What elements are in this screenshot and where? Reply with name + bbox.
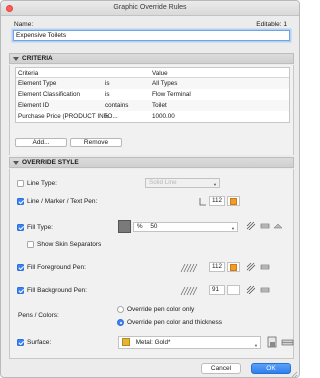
override-pen-color-only-label: Override pen color only	[127, 306, 195, 313]
table-row[interactable]: Element Classification is Flow Terminal	[16, 89, 289, 100]
override-pen-color-thickness-radio[interactable]	[117, 319, 124, 326]
criteria-table: Criteria Value Element Type is All Types…	[15, 67, 290, 123]
fill-orientation-icon[interactable]	[246, 285, 256, 295]
criteria-panel: Criteria Value Element Type is All Types…	[9, 65, 294, 155]
operator-cell: ≥	[105, 113, 109, 120]
pen-color-swatch	[230, 263, 237, 271]
criteria-cell: Element ID	[18, 102, 50, 109]
pen-color-swatch	[230, 197, 237, 205]
graphic-override-rules-dialog: Graphic Override Rules Name: Editable: 1…	[0, 0, 300, 378]
remove-criteria-button[interactable]: Remove	[70, 138, 122, 147]
fill-link-icon[interactable]	[260, 285, 270, 295]
collapse-triangle-icon	[13, 161, 19, 165]
fill-background-pen-label: Fill Background Pen:	[27, 287, 87, 294]
operator-cell: is	[105, 91, 110, 98]
fill-background-pen-checkbox[interactable]	[17, 287, 24, 294]
fill-foreground-pen-checkbox[interactable]	[17, 264, 24, 271]
line-pen-checkbox[interactable]	[17, 198, 24, 205]
criteria-section-header[interactable]: CRITERIA	[9, 53, 294, 64]
surface-checkbox[interactable]	[17, 339, 24, 346]
add-criteria-button[interactable]: Add...	[15, 138, 67, 147]
criteria-cell: Purchase Price (PRODUCT INFO...	[18, 113, 118, 120]
skin-separators-checkbox[interactable]	[27, 241, 34, 248]
pens-colors-label: Pens / Colors:	[18, 312, 59, 319]
dialog-footer: Cancel OK	[1, 359, 299, 378]
name-label: Name:	[14, 21, 34, 28]
line-pen-color-button[interactable]	[227, 196, 240, 206]
skin-separators-label: Show Skin Separators	[37, 241, 102, 248]
fill-type-checkbox[interactable]	[17, 224, 24, 231]
line-type-checkbox[interactable]	[17, 180, 24, 187]
line-pen-number[interactable]: 112	[209, 196, 225, 206]
fill-link-icon[interactable]	[260, 262, 270, 272]
line-pen-label: Line / Marker / Text Pen:	[27, 198, 98, 205]
value-cell: Toilet	[152, 102, 167, 109]
fill-background-pen-color-button[interactable]	[227, 285, 240, 295]
override-header-label: OVERRIDE STYLE	[22, 159, 79, 166]
fill-foreground-pen-color-button[interactable]	[227, 262, 240, 272]
criteria-header-label: CRITERIA	[22, 55, 53, 62]
fill-type-label: Fill Type:	[27, 224, 53, 231]
fill-type-dropdown[interactable]: % 50 ▼	[133, 222, 238, 232]
chevron-down-icon: ▼	[213, 182, 217, 187]
fill-foreground-pen-number[interactable]: 112	[209, 262, 225, 272]
surface-dropdown[interactable]: Metal: Gold* ▼	[118, 336, 261, 349]
resize-grip-icon[interactable]	[290, 370, 298, 378]
ok-button[interactable]: OK	[251, 363, 291, 374]
operator-cell: contains	[105, 102, 129, 109]
fill-orientation-icon[interactable]	[246, 262, 256, 272]
override-style-section-header[interactable]: OVERRIDE STYLE	[9, 157, 294, 168]
editable-count: Editable: 1	[256, 21, 287, 28]
criteria-table-header: Criteria Value	[16, 68, 289, 78]
fill-type-value: 50	[150, 223, 158, 230]
pen-weight-icon	[199, 198, 206, 206]
criteria-rows: Element Type is All Types Element Classi…	[16, 78, 289, 122]
column-header-criteria: Criteria	[18, 70, 39, 77]
override-style-panel: Line Type: Solid Line ▼ Line / Marker / …	[9, 169, 294, 359]
table-row[interactable]: Element Type is All Types	[16, 78, 289, 89]
percent-symbol: %	[137, 223, 143, 230]
surface-label: Surface:	[27, 339, 52, 346]
surface-link-icon[interactable]	[281, 336, 294, 349]
table-row[interactable]: Element ID contains Toilet	[16, 100, 289, 111]
fill-surface-icon[interactable]	[273, 221, 283, 231]
line-type-label: Line Type:	[27, 180, 57, 187]
override-pen-color-only-radio[interactable]	[117, 306, 124, 313]
value-cell: 1000.00	[152, 113, 175, 120]
fill-pattern-swatch[interactable]	[118, 220, 131, 233]
surface-value: Metal: Gold*	[135, 339, 171, 346]
chevron-down-icon: ▼	[231, 226, 235, 231]
operator-cell: is	[105, 80, 110, 87]
title-bar: Graphic Override Rules	[1, 1, 299, 16]
fill-foreground-pen-label: Fill Foreground Pen:	[27, 264, 86, 271]
surface-catalog-icon[interactable]	[266, 336, 279, 349]
chevron-down-icon: ▼	[254, 343, 258, 348]
override-pen-color-thickness-label: Override pen color and thickness	[127, 319, 223, 326]
table-row[interactable]: Purchase Price (PRODUCT INFO... ≥ 1000.0…	[16, 111, 289, 122]
window-title: Graphic Override Rules	[113, 4, 187, 11]
fill-foreground-pattern-icon	[180, 263, 198, 273]
line-type-dropdown[interactable]: Solid Line ▼	[145, 178, 220, 188]
column-header-value: Value	[152, 70, 168, 77]
fill-background-pen-number[interactable]: 91	[209, 285, 225, 295]
value-cell: Flow Terminal	[152, 91, 191, 98]
fill-background-pattern-icon	[180, 286, 198, 296]
gold-material-swatch	[122, 338, 130, 347]
cancel-button[interactable]: Cancel	[201, 363, 241, 374]
line-type-value: Solid Line	[149, 179, 177, 186]
fill-orientation-icon[interactable]	[246, 221, 256, 231]
collapse-triangle-icon	[13, 57, 19, 61]
fill-link-icon[interactable]	[260, 221, 270, 231]
criteria-cell: Element Type	[18, 80, 57, 87]
criteria-cell: Element Classification	[18, 91, 80, 98]
rule-name-input[interactable]	[13, 30, 290, 41]
value-cell: All Types	[152, 80, 178, 87]
